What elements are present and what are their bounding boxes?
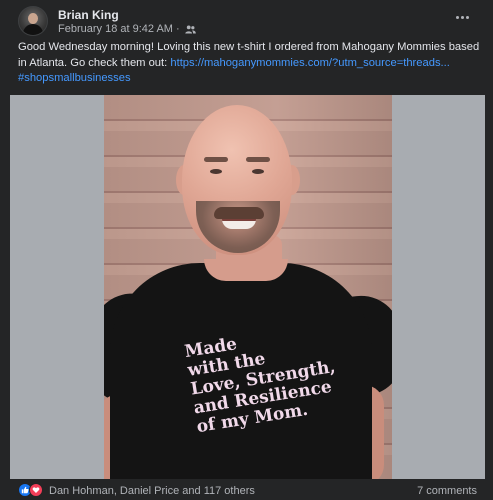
mustache xyxy=(214,207,264,219)
post-meta: February 18 at 9:42 AM · xyxy=(58,23,196,35)
reaction-icons[interactable] xyxy=(18,483,43,497)
shirt-collar xyxy=(204,259,288,281)
avatar-shirt xyxy=(23,24,43,35)
brow-right xyxy=(246,157,270,162)
comments-count[interactable]: 7 comments xyxy=(417,485,477,497)
reactors-text[interactable]: Dan Hohman, Daniel Price and 117 others xyxy=(49,485,255,497)
post-header: Brian King February 18 at 9:42 AM · xyxy=(18,6,481,38)
love-icon[interactable] xyxy=(29,483,43,497)
post-footer: Dan Hohman, Daniel Price and 117 others … xyxy=(0,479,493,500)
post-card: Brian King February 18 at 9:42 AM · Good… xyxy=(0,0,493,500)
post-photo-container[interactable]: Made with the Love, Strength, and Resili… xyxy=(10,95,485,479)
more-options-icon[interactable] xyxy=(451,10,473,24)
meta-separator: · xyxy=(175,23,180,35)
avatar[interactable] xyxy=(18,6,48,36)
hashtag-link[interactable]: #shopsmallbusinesses xyxy=(18,72,131,84)
avatar-face xyxy=(28,13,38,24)
post-photo[interactable]: Made with the Love, Strength, and Resili… xyxy=(104,95,392,479)
eye-right xyxy=(252,169,264,174)
author-name[interactable]: Brian King xyxy=(58,8,119,22)
eye-left xyxy=(210,169,222,174)
smile xyxy=(222,219,256,229)
friends-icon[interactable] xyxy=(184,24,196,34)
brow-left xyxy=(204,157,228,162)
post-date[interactable]: February 18 at 9:42 AM xyxy=(58,23,173,35)
post-text: Good Wednesday morning! Loving this new … xyxy=(18,40,480,71)
post-link[interactable]: https://mahoganymommies.com/?utm_source=… xyxy=(170,57,450,69)
